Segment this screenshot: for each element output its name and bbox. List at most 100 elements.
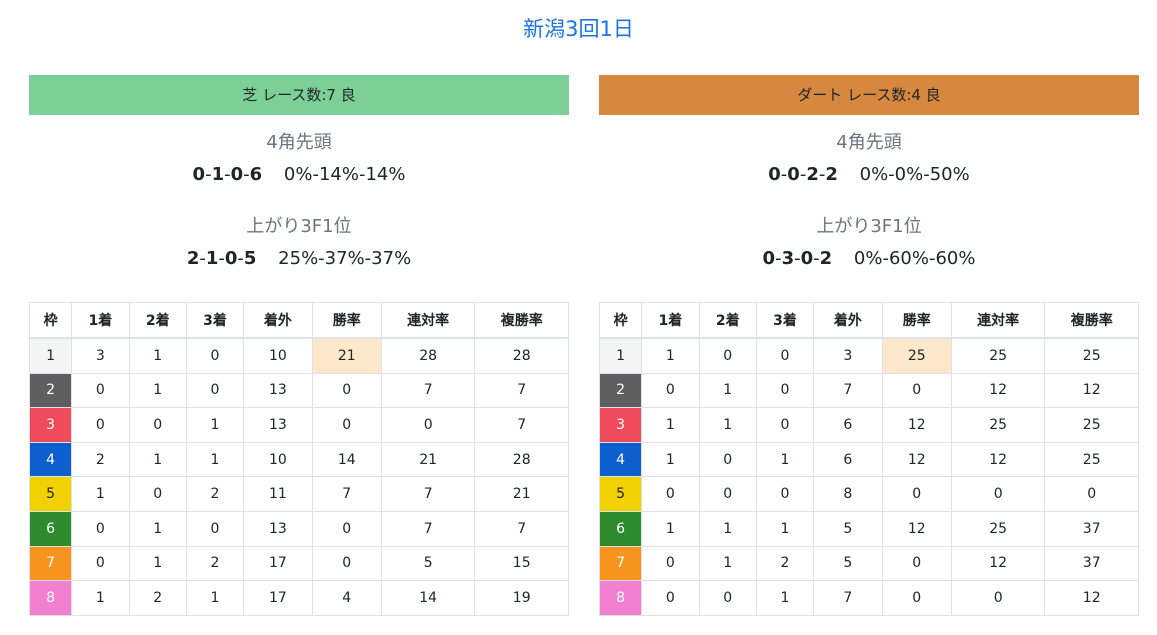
dirt-panel: ダート レース数:4 良 4角先頭 0-0-2-2 0%-0%-50% 上がり3… xyxy=(598,75,1139,616)
column-header-win: 1着 xyxy=(71,302,130,339)
cell-third: 0 xyxy=(755,407,815,443)
cell-second: 2 xyxy=(128,580,187,616)
column-header-third: 3着 xyxy=(755,302,815,339)
cell-win-rate: 25 xyxy=(881,337,952,374)
cell-out: 6 xyxy=(813,441,883,478)
column-header-win-rate: 勝率 xyxy=(881,302,952,339)
cell-out: 7 xyxy=(813,372,883,409)
last3f-pct: 25%-37%-37% xyxy=(278,248,412,269)
gate-number-cell: 7 xyxy=(28,545,73,582)
cell-third: 0 xyxy=(755,372,815,409)
record-win: 0 xyxy=(762,248,776,269)
last3f-label: 上がり3F1位 xyxy=(246,216,352,237)
cell-out: 10 xyxy=(243,441,313,478)
cell-win-rate: 12 xyxy=(881,510,952,547)
table-row: 7 0 1 2 17 0 5 15 xyxy=(28,545,569,582)
cell-win-rate: 21 xyxy=(311,337,382,374)
cell-place-rate: 0 xyxy=(950,476,1046,512)
cell-place-rate: 7 xyxy=(380,476,476,512)
cell-win: 1 xyxy=(71,580,130,616)
cell-out: 17 xyxy=(243,580,313,616)
gate-number-cell: 3 xyxy=(28,407,73,443)
column-header-out: 着外 xyxy=(813,302,883,339)
cell-place-rate: 7 xyxy=(380,510,476,547)
table-row: 5 1 0 2 11 7 7 21 xyxy=(28,476,569,512)
cell-second: 0 xyxy=(698,580,757,616)
cell-third: 1 xyxy=(755,510,815,547)
table-row: 8 1 2 1 17 4 14 19 xyxy=(28,580,569,616)
cell-win-rate: 0 xyxy=(881,372,952,409)
cell-place-rate: 21 xyxy=(380,441,476,478)
cell-win-rate: 14 xyxy=(311,441,382,478)
cell-win: 0 xyxy=(641,372,700,409)
cell-place-rate: 12 xyxy=(950,545,1046,582)
cell-out: 11 xyxy=(243,476,313,512)
cell-win-rate: 0 xyxy=(311,510,382,547)
cell-win-rate: 0 xyxy=(311,545,382,582)
cell-third: 0 xyxy=(185,372,245,409)
cell-win: 1 xyxy=(641,337,700,374)
turf-header: 芝 レース数:7 良 xyxy=(29,75,569,115)
turf-panel: 芝 レース数:7 良 4角先頭 0-1-0-6 0%-14%-14% 上がり3F… xyxy=(28,75,569,616)
cell-place-rate: 7 xyxy=(380,372,476,409)
last3f-label: 上がり3F1位 xyxy=(816,216,922,237)
record-win: 0 xyxy=(192,164,206,185)
cell-out: 17 xyxy=(243,545,313,582)
record-out: 6 xyxy=(249,164,263,185)
cell-third: 2 xyxy=(755,545,815,582)
table-row: 2 0 1 0 7 0 12 12 xyxy=(598,372,1139,409)
column-header-show-rate: 複勝率 xyxy=(1044,302,1139,339)
cell-out: 5 xyxy=(813,545,883,582)
table-row: 50008000 xyxy=(598,476,1139,512)
dirt-gate-table: 枠 1着 2着 3着 着外 勝率 連対率 複勝率 1 1 0 0 3 25 25 25 2 0 1 0 7 0 12 12 3… xyxy=(598,302,1139,616)
table-row: 8 0 0 1 7 0 0 12 xyxy=(598,580,1139,616)
cell-out: 13 xyxy=(243,510,313,547)
cell-win: 0 xyxy=(641,580,700,616)
record-third: 0 xyxy=(230,164,244,185)
cell-second: 1 xyxy=(698,510,757,547)
gate-number-cell: 5 xyxy=(28,476,73,512)
cell-third: 2 xyxy=(185,545,245,582)
cell-show-rate: 19 xyxy=(474,580,569,616)
table-row: 4 1 0 1 6 12 12 25 xyxy=(598,441,1139,478)
cell-second: 0 xyxy=(128,476,187,512)
cell-second: 0 xyxy=(698,337,757,374)
cell-show-rate: 25 xyxy=(1044,337,1139,374)
cell-second: 1 xyxy=(128,510,187,547)
column-header-out: 着外 xyxy=(243,302,313,339)
gate-number-cell: 3 xyxy=(598,407,643,443)
table-row: 3 0 0 1 13 0 0 7 xyxy=(28,407,569,443)
cell-show-rate: 28 xyxy=(474,337,569,374)
cell-show-rate: 7 xyxy=(474,372,569,409)
cell-show-rate: 7 xyxy=(474,407,569,443)
record-out: 5 xyxy=(243,248,257,269)
gate-number-cell: 5 xyxy=(598,476,643,512)
cell-win: 3 xyxy=(71,337,130,374)
column-header-win: 1着 xyxy=(641,302,700,339)
cell-win: 1 xyxy=(641,510,700,547)
table-row: 4 2 1 1 10 14 21 28 xyxy=(28,441,569,478)
cell-win: 0 xyxy=(71,372,130,409)
corner-lead-pct: 0%-14%-14% xyxy=(283,164,406,185)
cell-win-rate: 0 xyxy=(881,580,952,616)
column-header-place-rate: 連対率 xyxy=(950,302,1046,339)
cell-out: 3 xyxy=(813,337,883,374)
cell-out: 10 xyxy=(243,337,313,374)
column-header-waku: 枠 xyxy=(28,302,73,339)
cell-third: 1 xyxy=(185,441,245,478)
cell-second: 0 xyxy=(698,441,757,478)
cell-place-rate: 12 xyxy=(950,372,1046,409)
column-header-win-rate: 勝率 xyxy=(311,302,382,339)
cell-second: 1 xyxy=(698,372,757,409)
last3f-pct: 0%-60%-60% xyxy=(853,248,976,269)
cell-place-rate: 25 xyxy=(950,510,1046,547)
column-header-place-rate: 連対率 xyxy=(380,302,476,339)
table-row: 6 0 1 0 13 0 7 7 xyxy=(28,510,569,547)
cell-win: 0 xyxy=(71,407,130,443)
cell-second: 1 xyxy=(128,441,187,478)
cell-second: 1 xyxy=(128,545,187,582)
cell-second: 1 xyxy=(698,545,757,582)
cell-third: 1 xyxy=(755,580,815,616)
cell-win: 0 xyxy=(641,476,700,512)
cell-place-rate: 25 xyxy=(950,337,1046,374)
